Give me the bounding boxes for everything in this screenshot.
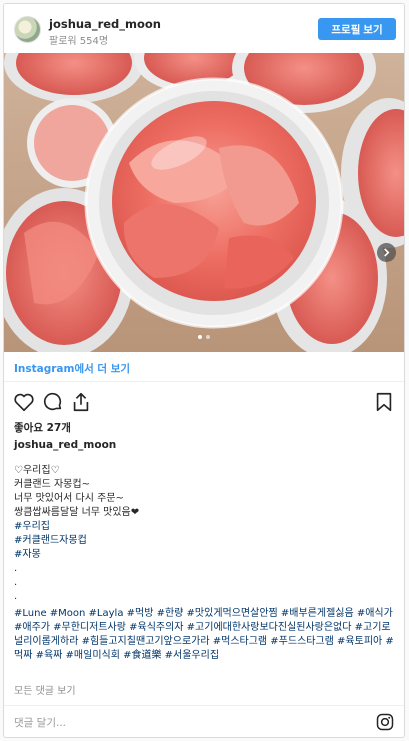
grapefruit-cups-image <box>4 53 404 352</box>
caption-line: . <box>14 591 18 602</box>
post-header: joshua_red_moon 팔로워 554명 프로필 보기 <box>4 4 404 53</box>
comment-input[interactable] <box>14 715 354 731</box>
carousel-dot <box>206 335 210 339</box>
action-bar <box>4 389 404 417</box>
caption-line: 너무 맛있어서 다시 주문~ <box>14 493 124 504</box>
caption-line: . <box>14 577 18 588</box>
caption-hashtag[interactable]: #우리집 <box>14 520 398 534</box>
instagram-embed-card: joshua_red_moon 팔로워 554명 프로필 보기 Instagra… <box>3 3 405 738</box>
view-more-on-instagram-link[interactable]: Instagram에서 더 보기 <box>4 352 404 382</box>
caption-hashtag[interactable]: #커클랜드자몽컵 <box>14 534 398 548</box>
follower-count: 팔로워 554명 <box>49 36 109 47</box>
caption-line: ♡우리집♡ <box>14 465 60 476</box>
comment-bar <box>4 705 404 737</box>
view-all-comments-link[interactable]: 모든 댓글 보기 <box>14 682 76 697</box>
caption-line: 커클랜드 자몽컵~ <box>14 479 90 490</box>
heart-icon[interactable] <box>13 391 35 413</box>
view-profile-button[interactable]: 프로필 보기 <box>318 18 396 40</box>
post-photo[interactable] <box>4 53 404 352</box>
next-slide-button[interactable] <box>377 243 396 262</box>
bookmark-icon[interactable] <box>373 391 395 413</box>
comment-icon[interactable] <box>42 391 64 413</box>
caption-line: 쌍큼쌉싸름달달 너무 맛있음❤ <box>14 507 140 518</box>
hashtag-block[interactable]: #Lune #Moon #Layla #먹방 #한량 #맛있게먹으면살안찜 #배… <box>14 607 398 663</box>
carousel-indicator <box>4 335 404 339</box>
caption-username[interactable]: joshua_red_moon <box>14 439 116 451</box>
caption: ♡우리집♡ 커클랜드 자몽컵~ 너무 맛있어서 다시 주문~ 쌍큼쌉싸름달달 너… <box>14 464 398 604</box>
caption-line: . <box>14 563 18 574</box>
instagram-logo-icon[interactable] <box>376 713 394 731</box>
carousel-dot <box>198 335 202 339</box>
share-icon[interactable] <box>70 391 92 413</box>
chevron-right-icon <box>384 248 390 257</box>
header-username[interactable]: joshua_red_moon <box>49 17 161 31</box>
avatar[interactable] <box>14 16 41 43</box>
like-count[interactable]: 좋아요 27개 <box>14 420 71 435</box>
caption-hashtag[interactable]: #자몽 <box>14 548 398 562</box>
